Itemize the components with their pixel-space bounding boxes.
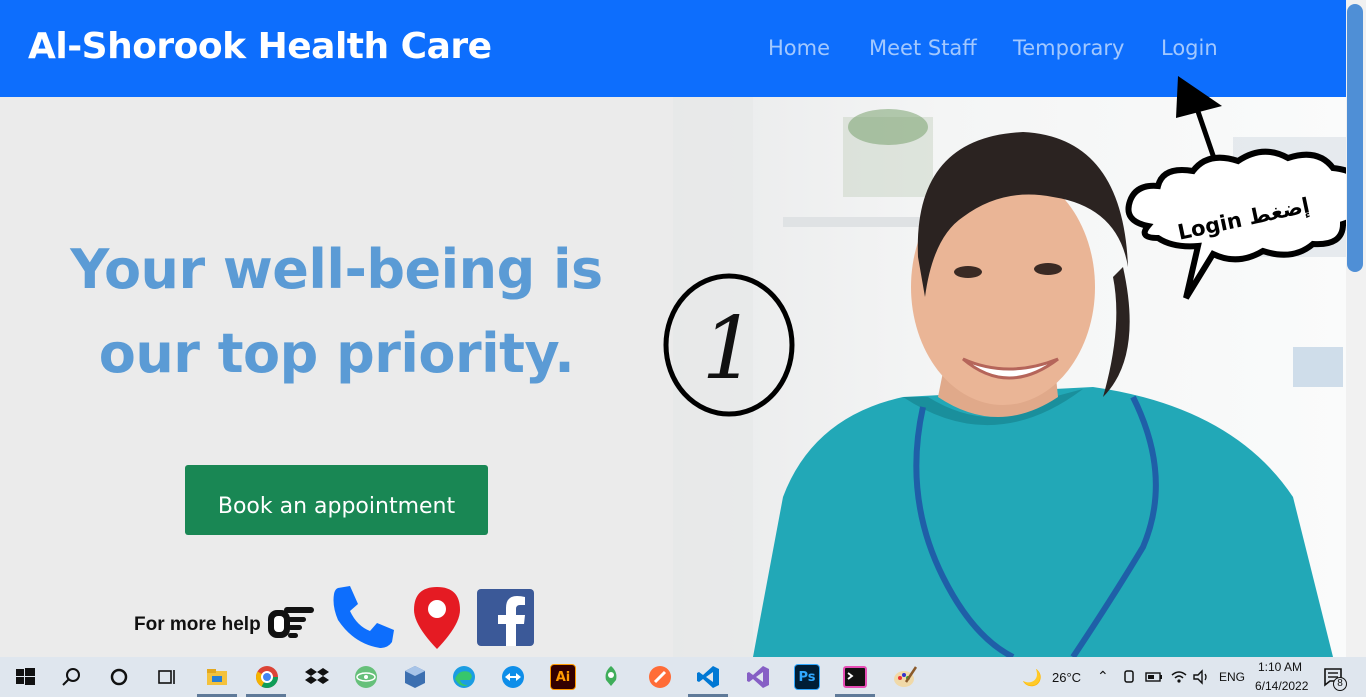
paint-icon[interactable] bbox=[892, 664, 918, 690]
tray-chevron-up-icon[interactable]: ⌃ bbox=[1097, 668, 1109, 685]
weather-temperature[interactable]: 26°C bbox=[1052, 670, 1081, 685]
postman-icon[interactable] bbox=[647, 664, 673, 690]
step-number: 1 bbox=[702, 299, 757, 399]
volume-icon[interactable] bbox=[1192, 669, 1210, 685]
pointing-hand-icon bbox=[268, 607, 314, 638]
photoshop-icon[interactable]: Ps bbox=[794, 664, 820, 690]
clock-date[interactable]: 6/14/2022 bbox=[1255, 679, 1308, 693]
help-text: For more help bbox=[134, 614, 261, 635]
wifi-icon[interactable] bbox=[1170, 669, 1188, 685]
virtualbox-icon[interactable] bbox=[402, 664, 428, 690]
step-number-annotation: 1 bbox=[663, 273, 795, 417]
headline-line-1: Your well-being is bbox=[70, 238, 603, 301]
file-explorer-icon[interactable] bbox=[204, 664, 230, 690]
nav-home-link[interactable]: Home bbox=[768, 36, 830, 60]
edge-icon[interactable] bbox=[451, 664, 477, 690]
nav-temporary-link[interactable]: Temporary bbox=[1013, 36, 1124, 60]
language-indicator[interactable]: ENG bbox=[1219, 670, 1245, 684]
gitkraken-icon[interactable] bbox=[598, 664, 624, 690]
illustrator-icon[interactable]: Ai bbox=[550, 664, 576, 690]
terminal-icon[interactable] bbox=[842, 664, 868, 690]
clock-time[interactable]: 1:10 AM bbox=[1258, 660, 1302, 674]
weather-moon-icon[interactable]: 🌙 bbox=[1022, 668, 1042, 688]
nav-login-link[interactable]: Login bbox=[1161, 36, 1218, 60]
search-icon[interactable] bbox=[58, 664, 84, 690]
tray-usb-icon[interactable] bbox=[1122, 668, 1136, 686]
headline-line-2: our top priority. bbox=[98, 322, 575, 385]
hero-headline: Your well-being is our top priority. bbox=[0, 228, 673, 396]
atom-icon[interactable] bbox=[353, 664, 379, 690]
nav-meet-staff-link[interactable]: Meet Staff bbox=[869, 36, 977, 60]
cortana-icon[interactable] bbox=[106, 664, 132, 690]
windows-start-icon[interactable] bbox=[12, 664, 38, 690]
facebook-icon[interactable] bbox=[477, 589, 534, 646]
phone-icon[interactable] bbox=[330, 584, 396, 650]
scrollbar-thumb[interactable] bbox=[1347, 4, 1363, 272]
brand-logo-text[interactable]: Al-Shorook Health Care bbox=[28, 26, 492, 67]
location-pin-icon[interactable] bbox=[412, 585, 462, 651]
vscode-icon[interactable] bbox=[695, 664, 721, 690]
dropbox-icon[interactable] bbox=[304, 664, 330, 690]
task-view-icon[interactable] bbox=[154, 664, 180, 690]
book-appointment-button[interactable]: Book an appointment bbox=[185, 465, 488, 535]
notification-badge: 8 bbox=[1333, 677, 1347, 691]
login-hint-bubble: Login إضغط bbox=[1125, 76, 1366, 300]
teamviewer-icon[interactable] bbox=[500, 664, 526, 690]
visual-studio-icon[interactable] bbox=[745, 664, 771, 690]
chrome-icon[interactable] bbox=[254, 664, 280, 690]
battery-icon[interactable] bbox=[1145, 671, 1163, 683]
arrow-head-icon bbox=[1176, 76, 1222, 118]
